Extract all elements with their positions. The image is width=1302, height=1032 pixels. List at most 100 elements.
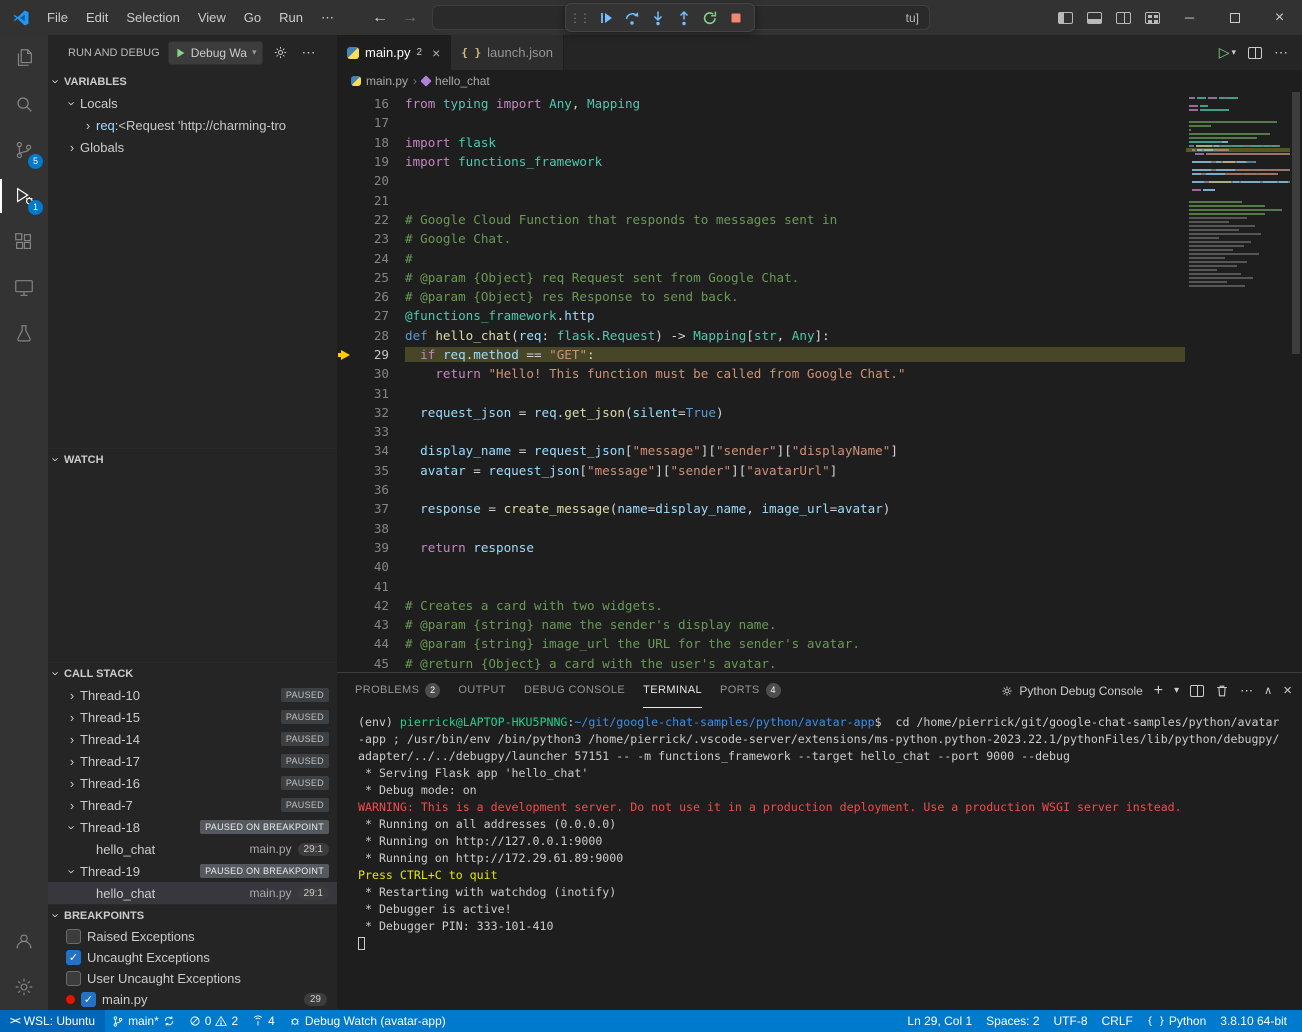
editor-more-actions-icon[interactable]: ⋯ — [1274, 44, 1288, 61]
line-number[interactable]: 21 — [374, 193, 389, 208]
call-stack-frame[interactable]: hello_chatmain.py29:1 — [48, 838, 337, 860]
language-mode[interactable]: { }Python — [1140, 1010, 1213, 1032]
explorer-icon[interactable] — [0, 35, 48, 81]
line-number[interactable]: 32 — [374, 405, 389, 420]
watch-header[interactable]: › WATCH — [48, 448, 337, 470]
breadcrumb-file[interactable]: main.py — [366, 74, 408, 88]
code-line-40[interactable]: 40 — [337, 557, 1185, 576]
back-arrow-icon[interactable]: ← — [372, 9, 388, 27]
code-line-41[interactable]: 41 — [337, 576, 1185, 595]
line-number[interactable]: 17 — [374, 115, 389, 130]
menu-selection[interactable]: Selection — [117, 0, 188, 35]
line-number[interactable]: 39 — [374, 540, 389, 555]
code-line-16[interactable]: 16from typing import Any, Mapping — [337, 94, 1185, 113]
line-number[interactable]: 40 — [374, 559, 389, 574]
call-stack-frame[interactable]: hello_chatmain.py29:1 — [48, 882, 337, 904]
breadcrumb-symbol[interactable]: hello_chat — [435, 74, 490, 88]
breakpoint-row[interactable]: Raised Exceptions — [48, 926, 337, 947]
code-line-45[interactable]: 45# @return {Object} a card with the use… — [337, 654, 1185, 672]
scrollbar-thumb[interactable] — [1292, 92, 1300, 354]
call-stack-thread[interactable]: ›Thread-18PAUSED ON BREAKPOINT — [48, 816, 337, 838]
variables-scope-locals[interactable]: › Locals — [48, 92, 337, 114]
debug-config-dropdown[interactable]: Debug Wa ▾ — [168, 41, 264, 65]
customize-layout-icon[interactable] — [1138, 0, 1167, 35]
call-stack-thread[interactable]: ›Thread-14PAUSED — [48, 728, 337, 750]
problems-status[interactable]: 0 2 — [182, 1010, 245, 1032]
line-number[interactable]: 20 — [374, 173, 389, 188]
call-stack-header[interactable]: › CALL STACK — [48, 662, 337, 684]
split-editor-icon[interactable] — [1248, 47, 1262, 59]
line-number[interactable]: 27 — [374, 308, 389, 323]
call-stack-thread[interactable]: ›Thread-16PAUSED — [48, 772, 337, 794]
line-number[interactable]: 35 — [374, 463, 389, 478]
panel-tab-ports[interactable]: PORTS4 — [720, 673, 781, 708]
line-number[interactable]: 28 — [374, 328, 389, 343]
line-number[interactable]: 44 — [374, 636, 389, 651]
code-line-23[interactable]: 23# Google Chat. — [337, 229, 1185, 248]
menu-run[interactable]: Run — [270, 0, 312, 35]
code-line-32[interactable]: 32 request_json = req.get_json(silent=Tr… — [337, 403, 1185, 422]
maximize-button[interactable] — [1212, 0, 1257, 35]
maximize-panel-icon[interactable]: ∧ — [1264, 684, 1272, 697]
code-line-34[interactable]: 34 display_name = request_json["message"… — [337, 441, 1185, 460]
breakpoint-checkbox[interactable] — [66, 971, 81, 986]
eol-setting[interactable]: CRLF — [1095, 1010, 1140, 1032]
variable-req[interactable]: › req: <Request 'http://charming-tro — [48, 114, 337, 136]
step-into-button[interactable] — [646, 6, 670, 30]
panel-tab-debug-console[interactable]: DEBUG CONSOLE — [524, 673, 625, 708]
code-line-22[interactable]: 22# Google Cloud Function that responds … — [337, 210, 1185, 229]
tab-main-py[interactable]: main.py 2 × — [337, 35, 451, 70]
run-and-debug-icon[interactable]: 1 — [0, 173, 48, 219]
breakpoint-checkbox[interactable]: ✓ — [81, 992, 96, 1007]
line-number[interactable]: 23 — [374, 231, 389, 246]
breakpoints-header[interactable]: › BREAKPOINTS — [48, 904, 337, 926]
code-line-21[interactable]: 21 — [337, 190, 1185, 209]
breakpoint-checkbox[interactable]: ✓ — [66, 950, 81, 965]
code-line-20[interactable]: 20 — [337, 171, 1185, 190]
breakpoint-row[interactable]: User Uncaught Exceptions — [48, 968, 337, 989]
line-number[interactable]: 42 — [374, 598, 389, 613]
code-line-43[interactable]: 43# @param {string} name the sender's di… — [337, 615, 1185, 634]
code-line-39[interactable]: 39 return response — [337, 538, 1185, 557]
call-stack-thread[interactable]: ›Thread-19PAUSED ON BREAKPOINT — [48, 860, 337, 882]
tab-launch-json[interactable]: { } launch.json — [451, 35, 564, 70]
restart-button[interactable] — [698, 6, 722, 30]
line-number[interactable]: 22 — [374, 212, 389, 227]
line-number[interactable]: 33 — [374, 424, 389, 439]
breakpoint-row[interactable]: ✓main.py29 — [48, 989, 337, 1010]
accounts-icon[interactable] — [0, 918, 48, 964]
menu-go[interactable]: Go — [235, 0, 270, 35]
source-control-icon[interactable]: 5 — [0, 127, 48, 173]
git-branch-status[interactable]: main* — [105, 1010, 182, 1032]
menu-view[interactable]: View — [189, 0, 235, 35]
code-line-30[interactable]: 30 return "Hello! This function must be … — [337, 364, 1185, 383]
code-line-31[interactable]: 31 — [337, 383, 1185, 402]
editor-scrollbar[interactable] — [1290, 92, 1302, 672]
remote-explorer-icon[interactable] — [0, 265, 48, 311]
code-line-35[interactable]: 35 avatar = request_json["message"]["sen… — [337, 461, 1185, 480]
panel-tab-output[interactable]: OUTPUT — [458, 673, 506, 708]
call-stack-thread[interactable]: ›Thread-10PAUSED — [48, 684, 337, 706]
line-number[interactable]: 24 — [374, 251, 389, 266]
code-line-26[interactable]: 26# @param {Object} res Response to send… — [337, 287, 1185, 306]
code-line-38[interactable]: 38 — [337, 519, 1185, 538]
menu-file[interactable]: File — [38, 0, 77, 35]
extensions-icon[interactable] — [0, 219, 48, 265]
indentation-setting[interactable]: Spaces: 2 — [979, 1010, 1046, 1032]
code-line-19[interactable]: 19import functions_framework — [337, 152, 1185, 171]
line-number[interactable]: 26 — [374, 289, 389, 304]
stop-button[interactable] — [724, 6, 748, 30]
panel-more-actions-icon[interactable]: ⋯ — [1240, 683, 1253, 699]
close-window-button[interactable]: × — [1257, 0, 1302, 35]
variables-header[interactable]: › VARIABLES — [48, 70, 337, 92]
split-terminal-icon[interactable] — [1190, 685, 1204, 697]
close-tab-icon[interactable]: × — [432, 45, 440, 61]
code-line-27[interactable]: 27@functions_framework.http — [337, 306, 1185, 325]
panel-tab-problems[interactable]: PROBLEMS2 — [355, 673, 440, 708]
remote-indicator[interactable]: >< WSL: Ubuntu — [0, 1010, 105, 1032]
step-out-button[interactable] — [672, 6, 696, 30]
minimize-button[interactable]: ─ — [1167, 0, 1212, 35]
line-number[interactable]: 36 — [374, 482, 389, 497]
debug-settings-gear-icon[interactable] — [269, 42, 291, 64]
line-number[interactable]: 34 — [374, 443, 389, 458]
